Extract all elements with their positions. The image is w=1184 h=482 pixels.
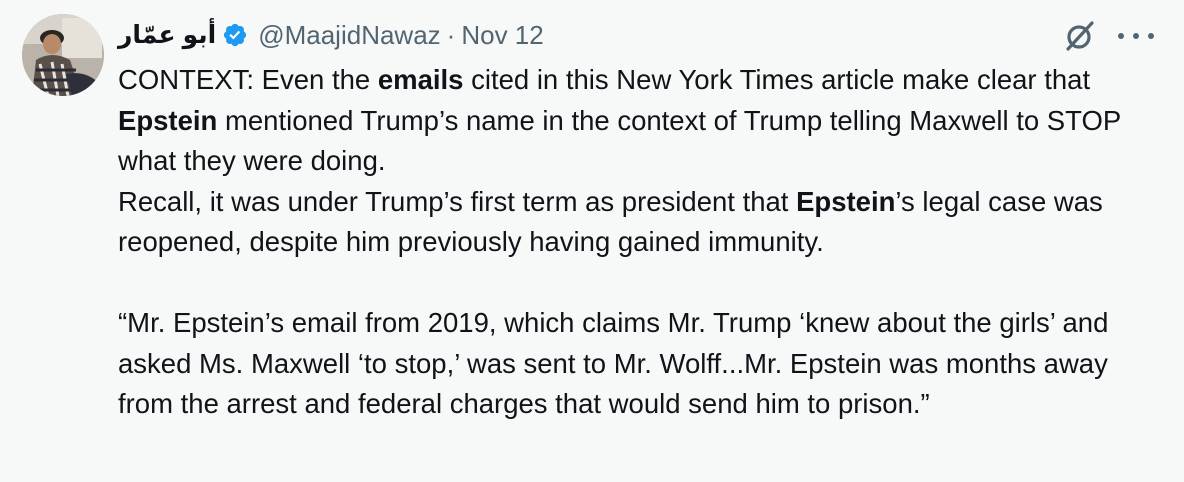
text-segment: CONTEXT: Even the <box>118 64 378 95</box>
tweet-header: أبو عمّار @MaajidNawaz · Nov 12 <box>118 14 544 56</box>
tweet-paragraph-context: CONTEXT: Even the emails cited in this N… <box>118 60 1168 182</box>
avatar[interactable] <box>22 14 104 96</box>
more-dot <box>1133 33 1139 39</box>
display-name[interactable]: أبو عمّار <box>118 20 216 50</box>
text-segment: cited in this New York Times article mak… <box>463 64 1091 95</box>
verified-badge-icon <box>224 23 247 47</box>
tweet-paragraph-recall: Recall, it was under Trump’s first term … <box>118 182 1168 263</box>
avatar-image <box>22 14 104 96</box>
tweet-text: CONTEXT: Even the emails cited in this N… <box>118 60 1168 425</box>
text-segment: Recall, it was under Trump’s first term … <box>118 185 797 217</box>
header-separator: · <box>446 19 456 50</box>
timestamp[interactable]: Nov 12 <box>461 20 543 51</box>
grok-icon[interactable] <box>1062 18 1098 54</box>
more-dot <box>1148 33 1154 39</box>
more-dot <box>1118 33 1124 39</box>
tweet-paragraph-quote: “Mr. Epstein’s email from 2019, which cl… <box>118 307 1109 419</box>
more-options-icon[interactable] <box>1118 22 1154 50</box>
bold-text: Epstein <box>796 185 896 217</box>
bold-text: emails <box>377 64 464 95</box>
tweet: أبو عمّار @MaajidNawaz · Nov 12 CONTEXT:… <box>0 0 1184 482</box>
user-handle[interactable]: @MaajidNawaz <box>258 20 440 51</box>
bold-text: Epstein <box>118 104 218 136</box>
text-segment: mentioned Trump’s name in the context of… <box>118 104 1121 177</box>
